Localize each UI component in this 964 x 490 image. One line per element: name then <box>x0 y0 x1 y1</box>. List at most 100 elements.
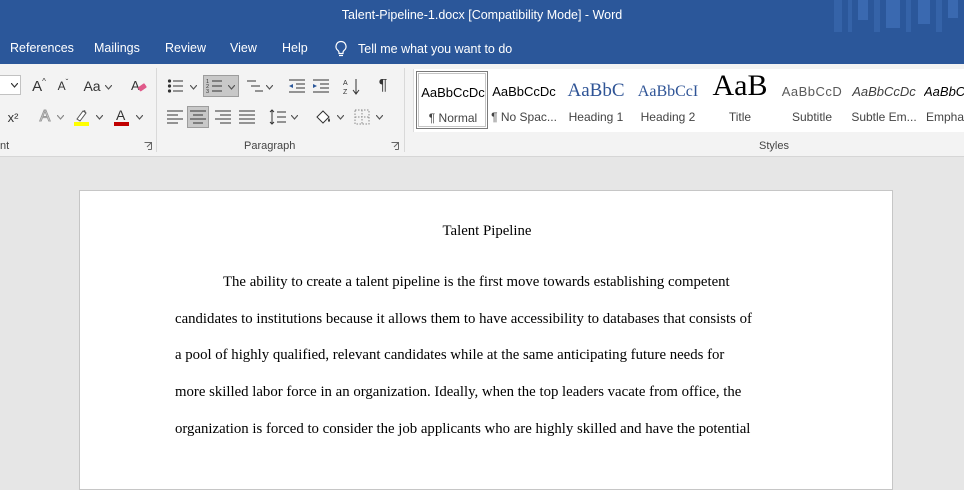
center-align-button[interactable] <box>187 106 209 128</box>
highlight-button[interactable] <box>71 106 93 128</box>
align-right-button[interactable] <box>212 106 234 128</box>
change-case-button[interactable]: Aa <box>82 75 102 97</box>
bullets-chevron-icon[interactable] <box>190 85 197 90</box>
grow-font-button[interactable]: A ^ <box>28 75 50 97</box>
ribbon: A ^ Aˇ Aa A x² A A nt 1 2 3 A Z ¶ Paragr… <box>0 64 964 157</box>
tab-mailings[interactable]: Mailings <box>94 41 140 55</box>
style-name: Heading 1 <box>568 110 624 124</box>
decrease-indent-button[interactable] <box>286 75 308 97</box>
sort-button[interactable]: A Z <box>341 75 363 97</box>
highlight-chevron-icon[interactable] <box>96 115 103 120</box>
paragraph-line: organization is forced to consider the j… <box>175 421 751 437</box>
font-dialog-launcher-icon[interactable] <box>144 142 152 150</box>
line-spacing-button[interactable] <box>267 106 289 128</box>
bullets-button[interactable] <box>165 75 187 97</box>
increase-indent-button[interactable] <box>310 75 332 97</box>
svg-text:Z: Z <box>343 89 348 95</box>
line-spacing-chevron-icon[interactable] <box>291 115 298 120</box>
style-heading-1[interactable]: AaBbC Heading 1 <box>560 71 632 129</box>
multilevel-list-icon <box>247 80 263 92</box>
style-name: Subtle Em... <box>851 110 917 124</box>
shading-button[interactable] <box>312 106 334 128</box>
sort-icon: A Z <box>343 79 360 95</box>
window-title: Talent-Pipeline-1.docx [Compatibility Mo… <box>341 8 623 22</box>
style-sample: AaBbCcDc <box>924 84 964 99</box>
paragraph-dialog-launcher-icon[interactable] <box>391 142 399 150</box>
lightbulb-icon <box>335 40 347 57</box>
svg-text:A: A <box>131 78 140 93</box>
multilevel-list-button[interactable] <box>244 75 266 97</box>
change-case-chevron-icon[interactable] <box>105 85 112 90</box>
document-title: Talent Pipeline <box>442 223 532 239</box>
document-page[interactable]: Talent Pipeline The ability to create a … <box>79 190 893 490</box>
shading-chevron-icon[interactable] <box>337 115 344 120</box>
multilevel-chevron-icon[interactable] <box>266 85 273 90</box>
highlighter-icon <box>74 110 89 126</box>
justify-icon <box>239 110 255 124</box>
tab-review[interactable]: Review <box>165 41 206 55</box>
paragraph-line: a pool of highly qualified, relevant can… <box>175 347 725 363</box>
paragraph-line: more skilled labor force in an organizat… <box>175 384 742 400</box>
style-normal[interactable]: AaBbCcDc ¶ Normal <box>416 71 488 129</box>
ribbon-separator <box>156 68 157 152</box>
align-left-button[interactable] <box>164 106 186 128</box>
align-center-icon <box>190 110 206 124</box>
shrink-font-button[interactable]: Aˇ <box>52 75 74 97</box>
font-color-chevron-icon[interactable] <box>136 115 143 120</box>
style-heading-2[interactable]: AaBbCcI Heading 2 <box>632 71 704 129</box>
font-color-icon: A <box>114 107 129 126</box>
svg-text:3: 3 <box>206 89 209 94</box>
borders-chevron-icon[interactable] <box>376 115 383 120</box>
borders-icon <box>354 109 370 125</box>
svg-text:A: A <box>343 80 348 87</box>
style-title[interactable]: AaB Title <box>704 71 776 129</box>
tab-view[interactable]: View <box>230 41 257 55</box>
text-effects-label: A <box>39 108 51 126</box>
paragraph-group-label: Paragraph <box>244 140 296 152</box>
style-sample: AaBbCcDc <box>421 85 485 100</box>
superscript-label: x² <box>7 109 19 125</box>
tab-references[interactable]: References <box>10 41 74 55</box>
chevron-down-icon <box>11 83 18 88</box>
paint-bucket-icon <box>316 110 330 124</box>
font-size-box[interactable] <box>0 75 21 95</box>
bullets-icon <box>167 79 183 93</box>
borders-button[interactable] <box>351 106 373 128</box>
paragraph-line: The ability to create a talent pipeline … <box>223 274 730 290</box>
text-effects-button[interactable]: A <box>34 106 56 128</box>
show-formatting-marks-button[interactable]: ¶ <box>372 75 394 97</box>
align-left-icon <box>167 110 183 124</box>
styles-gallery: AaBbCcDc ¶ Normal AaBbCcDc ¶ No Spac... … <box>413 69 964 132</box>
style-subtle-emphasis[interactable]: AaBbCcDc Subtle Em... <box>848 71 920 129</box>
superscript-button[interactable]: x² <box>2 106 24 128</box>
title-bar: Talent-Pipeline-1.docx [Compatibility Mo… <box>0 0 964 32</box>
style-no-spacing[interactable]: AaBbCcDc ¶ No Spac... <box>488 71 560 129</box>
decrease-indent-icon <box>289 79 305 93</box>
text-effects-chevron-icon[interactable] <box>57 115 64 120</box>
font-color-button[interactable]: A <box>111 106 133 128</box>
style-sample: AaBbC <box>567 80 625 101</box>
tab-help[interactable]: Help <box>282 41 308 55</box>
style-sample: AaBbCcDc <box>852 84 916 99</box>
numbering-chevron-icon[interactable] <box>228 85 235 90</box>
style-name: Heading 2 <box>640 110 696 124</box>
grow-font-label: A <box>32 77 43 95</box>
font-group-label: nt <box>0 140 10 152</box>
tell-me-search[interactable]: Tell me what you want to do <box>334 39 512 59</box>
paragraph-line: candidates to institutions because it al… <box>175 311 752 327</box>
style-sample: AaB <box>712 71 768 102</box>
ribbon-separator <box>404 68 405 152</box>
justify-button[interactable] <box>236 106 258 128</box>
style-name: Subtitle <box>791 110 833 124</box>
document-canvas: Talent Pipeline The ability to create a … <box>0 157 964 490</box>
clear-formatting-button[interactable]: A <box>128 75 150 97</box>
style-name: Title <box>728 110 752 124</box>
style-subtitle[interactable]: AaBbCcD Subtitle <box>776 71 848 129</box>
shrink-font-label: A <box>57 79 66 93</box>
eraser-icon: A <box>131 78 147 93</box>
align-right-icon <box>215 110 231 124</box>
title-bar-decoration <box>834 0 958 32</box>
style-sample: AaBbCcDc <box>492 84 556 99</box>
pilcrow-icon: ¶ <box>378 77 388 94</box>
style-emphasis[interactable]: AaBbCcDc Empha <box>920 71 964 129</box>
